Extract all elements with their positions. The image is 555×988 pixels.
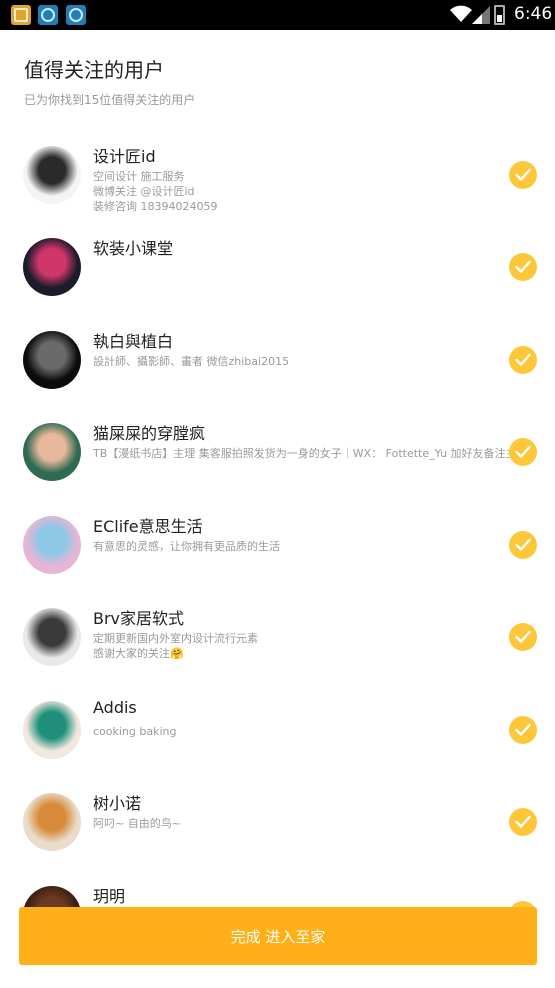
done-button[interactable]: 完成 进入至家 xyxy=(19,907,537,965)
user-name: 執白與植白 xyxy=(93,332,174,351)
user-description: 設計師、攝影師、畫者 微信zhibai2015 xyxy=(93,355,290,368)
avatar xyxy=(23,701,81,759)
user-name: EClife意思生活 xyxy=(93,517,203,536)
avatar xyxy=(23,423,81,481)
avatar xyxy=(23,238,81,296)
user-row[interactable]: 设计匠id 空间设计 施工服务 微博关注 @设计匠id 装修咨询 1839402405… xyxy=(0,140,555,232)
user-description: 微博关注 @设计匠id xyxy=(93,185,195,198)
notification-app-icon xyxy=(66,5,86,25)
user-name: 玥明 xyxy=(93,887,126,906)
notification-app-icon xyxy=(38,5,58,25)
user-name: Brv家居软式 xyxy=(93,609,185,628)
user-row[interactable]: 猫屎屎的穿膛疯 TB【漫纸书店】主理 集客服拍照发货为一身的女子｜WX： Fott… xyxy=(0,417,555,509)
avatar xyxy=(23,793,81,851)
status-bar: 6:46 xyxy=(0,0,555,30)
wifi-icon xyxy=(450,5,472,22)
user-name: Addis xyxy=(93,698,137,717)
signal-icon xyxy=(472,6,490,24)
user-row[interactable]: Addis cooking baking xyxy=(0,695,555,787)
avatar xyxy=(23,516,81,574)
notification-app-icon xyxy=(11,5,31,25)
page-subtitle: 已为你找到15位值得关注的用户 xyxy=(24,93,196,107)
avatar xyxy=(23,331,81,389)
user-description: cooking baking xyxy=(93,725,177,738)
avatar xyxy=(23,608,81,666)
follow-check-icon[interactable] xyxy=(509,623,537,651)
follow-check-icon[interactable] xyxy=(509,253,537,281)
follow-check-icon[interactable] xyxy=(509,438,537,466)
follow-check-icon[interactable] xyxy=(509,346,537,374)
battery-icon xyxy=(494,5,505,25)
clock: 6:46 xyxy=(514,4,553,24)
user-row[interactable]: Brv家居软式定期更新国内外室内设计流行元素 感谢大家的关注🤗 xyxy=(0,602,555,694)
user-row[interactable]: 树小诺阿叼~ 自由的鸟~ xyxy=(0,787,555,879)
user-row[interactable]: 软装小课堂 xyxy=(0,232,555,324)
user-name: 树小诺 xyxy=(93,794,142,813)
user-description: 阿叼~ 自由的鸟~ xyxy=(93,817,181,830)
avatar xyxy=(23,146,81,204)
follow-check-icon[interactable] xyxy=(509,716,537,744)
follow-check-icon[interactable] xyxy=(509,808,537,836)
user-description: 感谢大家的关注🤗 xyxy=(93,647,184,660)
user-description: 空间设计 施工服务 xyxy=(93,170,185,183)
user-description: TB【漫纸书店】主理 集客服拍照发货为一身的女子｜WX： Fottette_Yu… xyxy=(93,447,528,460)
user-row[interactable]: 執白與植白設計師、攝影師、畫者 微信zhibai2015 xyxy=(0,325,555,417)
follow-check-icon[interactable] xyxy=(509,161,537,189)
user-name: 猫屎屎的穿膛疯 xyxy=(93,424,206,443)
user-row[interactable]: EClife意思生活有意思的灵感，让你拥有更品质的生活 xyxy=(0,510,555,602)
user-description: 有意思的灵感，让你拥有更品质的生活 xyxy=(93,540,280,553)
follow-check-icon[interactable] xyxy=(509,531,537,559)
user-description: 装修咨询 18394024059 xyxy=(93,200,218,213)
user-description: 定期更新国内外室内设计流行元素 xyxy=(93,632,258,645)
user-name: 软装小课堂 xyxy=(93,239,174,258)
page-title: 值得关注的用户 xyxy=(24,58,164,82)
user-name: 设计匠id xyxy=(93,147,156,166)
